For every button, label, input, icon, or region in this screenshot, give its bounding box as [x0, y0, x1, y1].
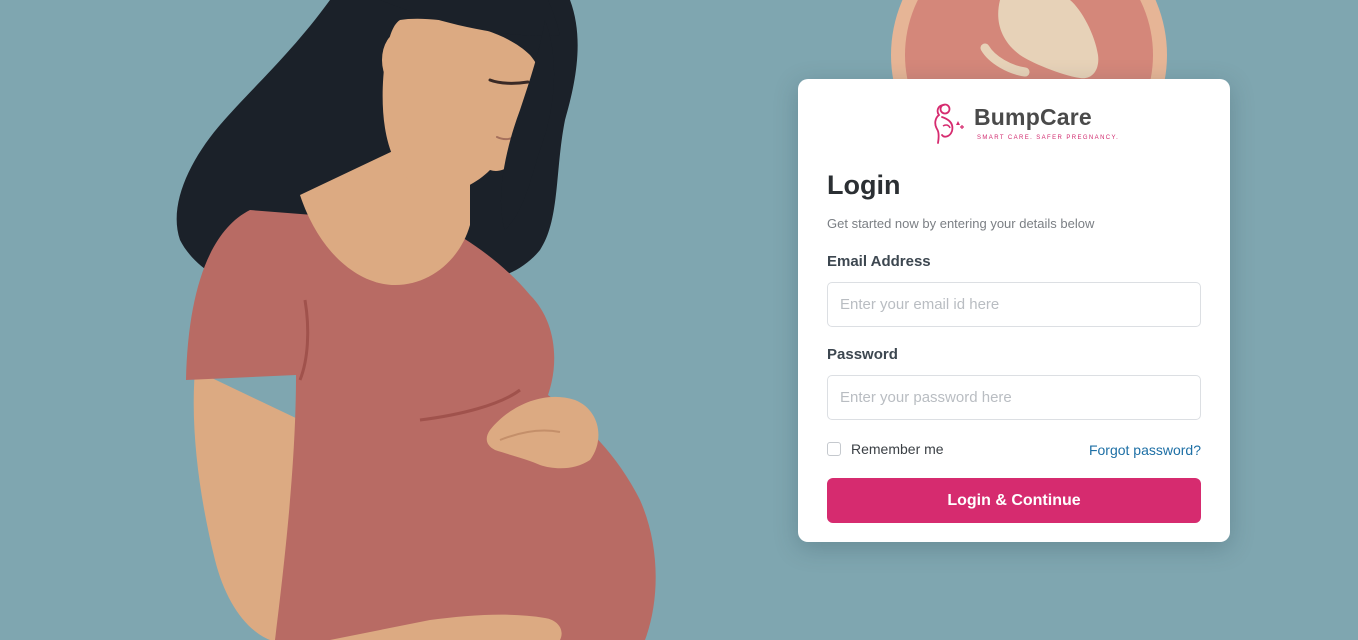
password-field[interactable]	[827, 375, 1201, 420]
checkbox-unchecked-icon[interactable]	[827, 442, 841, 456]
page-title: Login	[827, 170, 901, 200]
email-field[interactable]	[827, 282, 1201, 327]
pregnant-mother-logo-icon	[934, 103, 964, 144]
brand-name: BumpCare	[974, 104, 1092, 130]
brand-tagline: SMART CARE. SAFER PREGNANCY.	[977, 135, 1120, 141]
remember-me-checkbox[interactable]: Remember me	[827, 441, 944, 457]
email-label: Email Address	[827, 253, 931, 270]
login-card: BumpCare SMART CARE. SAFER PREGNANCY. Lo…	[798, 79, 1230, 542]
remember-me-label: Remember me	[851, 441, 944, 457]
brand-logo: BumpCare SMART CARE. SAFER PREGNANCY.	[930, 101, 1118, 147]
page-subtitle: Get started now by entering your details…	[827, 216, 1095, 231]
forgot-password-link[interactable]: Forgot password?	[1089, 442, 1201, 458]
password-label: Password	[827, 346, 898, 363]
login-continue-button[interactable]: Login & Continue	[827, 478, 1201, 523]
